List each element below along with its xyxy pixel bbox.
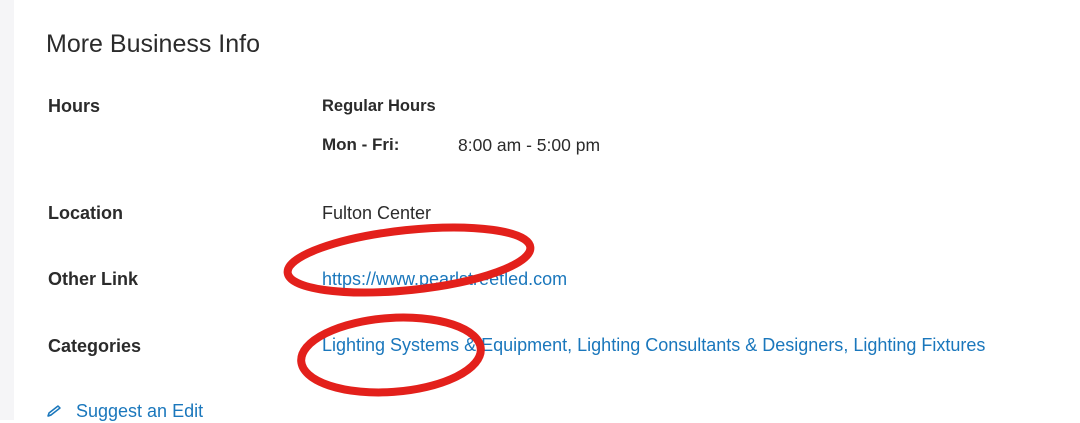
other-link-url[interactable]: https://www.pearlstreetled.com xyxy=(322,269,567,289)
regular-hours-heading: Regular Hours xyxy=(322,97,436,115)
category-link[interactable]: Lighting Systems & Equipment xyxy=(322,335,567,355)
suggest-edit-label: Suggest an Edit xyxy=(76,401,204,421)
hours-day: Mon - Fri: xyxy=(322,135,400,154)
category-link[interactable]: Lighting Fixtures xyxy=(853,335,985,355)
suggest-edit-link[interactable]: Suggest an Edit xyxy=(46,401,203,423)
location-value: Fulton Center xyxy=(322,203,432,223)
categories-label: Categories xyxy=(48,336,142,356)
category-separator: , xyxy=(843,335,854,355)
location-label: Location xyxy=(48,203,123,223)
category-link[interactable]: Lighting Consultants & Designers xyxy=(577,335,843,355)
category-separator: , xyxy=(567,335,578,355)
hours-label: Hours xyxy=(48,96,101,116)
business-info-panel xyxy=(14,0,1080,420)
section-title: More Business Info xyxy=(46,30,260,58)
hours-time: 8:00 am - 5:00 pm xyxy=(458,135,601,155)
left-gutter xyxy=(0,0,14,420)
other-link-label: Other Link xyxy=(48,269,139,289)
categories-list: Lighting Systems & Equipment, Lighting C… xyxy=(322,335,985,356)
